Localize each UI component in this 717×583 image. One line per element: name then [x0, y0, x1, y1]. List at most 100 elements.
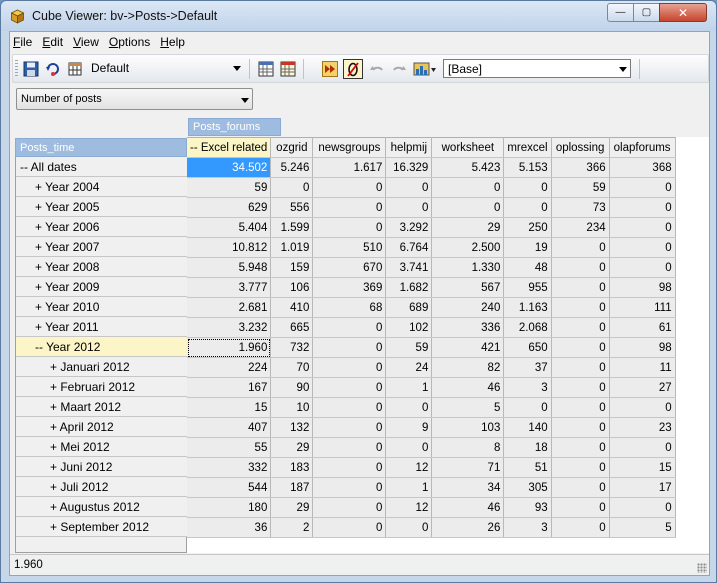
data-cell[interactable]: 0: [609, 197, 676, 218]
data-cell[interactable]: 0: [312, 457, 387, 478]
data-cell[interactable]: 1.617: [312, 157, 387, 178]
row-label[interactable]: + Year 2009: [16, 277, 187, 297]
data-cell[interactable]: 0: [551, 357, 610, 378]
data-cell[interactable]: 34.502: [187, 157, 272, 178]
row-label[interactable]: + Maart 2012: [16, 397, 187, 417]
row-label[interactable]: + Year 2008: [16, 257, 187, 277]
data-cell[interactable]: 336: [431, 317, 505, 338]
column-header[interactable]: oplossing: [551, 137, 610, 158]
data-cell[interactable]: 1.163: [503, 297, 552, 318]
alias-combo[interactable]: [Base]: [443, 59, 631, 78]
data-cell[interactable]: 544: [187, 477, 272, 498]
row-label[interactable]: + Juni 2012: [16, 457, 187, 477]
data-cell[interactable]: 665: [270, 317, 314, 338]
data-cell[interactable]: 51: [503, 457, 552, 478]
data-cell[interactable]: 61: [609, 317, 676, 338]
data-cell[interactable]: 111: [609, 297, 676, 318]
data-cell[interactable]: 567: [431, 277, 505, 298]
data-cell[interactable]: 29: [270, 437, 314, 458]
row-label[interactable]: + Year 2011: [16, 317, 187, 337]
data-cell[interactable]: 5: [609, 517, 676, 538]
data-cell[interactable]: 18: [503, 437, 552, 458]
data-cell[interactable]: 34: [431, 477, 505, 498]
data-cell[interactable]: 59: [551, 177, 610, 198]
data-cell[interactable]: 23: [609, 417, 676, 438]
data-cell[interactable]: 10.812: [187, 237, 272, 258]
data-cell[interactable]: 368: [609, 157, 676, 178]
data-cell[interactable]: 0: [609, 257, 676, 278]
data-cell[interactable]: 0: [312, 477, 387, 498]
data-cell[interactable]: 0: [551, 417, 610, 438]
data-cell[interactable]: 5.246: [270, 157, 314, 178]
data-cell[interactable]: 8: [431, 437, 505, 458]
data-cell[interactable]: 410: [270, 297, 314, 318]
view-combo[interactable]: Default: [87, 59, 244, 78]
data-cell[interactable]: 0: [609, 217, 676, 238]
row-label[interactable]: + Februari 2012: [16, 377, 187, 397]
menu-options[interactable]: Options: [106, 32, 157, 53]
data-cell[interactable]: 2.681: [187, 297, 272, 318]
data-cell[interactable]: 0: [503, 197, 552, 218]
data-cell[interactable]: 234: [551, 217, 610, 238]
data-cell[interactable]: 2.068: [503, 317, 552, 338]
save-button[interactable]: [21, 59, 41, 79]
expand-button[interactable]: [320, 59, 340, 79]
data-cell[interactable]: 93: [503, 497, 552, 518]
column-header[interactable]: olapforums: [609, 137, 676, 158]
data-cell[interactable]: 3: [503, 517, 552, 538]
data-cell[interactable]: 2.500: [431, 237, 505, 258]
row-label[interactable]: + Juli 2012: [16, 477, 187, 497]
data-cell[interactable]: 0: [312, 317, 387, 338]
close-button[interactable]: ✕: [659, 3, 707, 22]
data-cell[interactable]: 689: [385, 297, 433, 318]
data-cell[interactable]: 670: [312, 257, 387, 278]
data-cell[interactable]: 556: [270, 197, 314, 218]
data-cell[interactable]: 0: [312, 217, 387, 238]
data-cell[interactable]: 366: [551, 157, 610, 178]
data-cell[interactable]: 132: [270, 417, 314, 438]
data-cell[interactable]: 0: [551, 257, 610, 278]
row-label[interactable]: + Year 2006: [16, 217, 187, 237]
data-cell[interactable]: 510: [312, 237, 387, 258]
data-cell[interactable]: 0: [551, 497, 610, 518]
data-cell[interactable]: 407: [187, 417, 272, 438]
data-cell[interactable]: 15: [609, 457, 676, 478]
data-cell[interactable]: 3.777: [187, 277, 272, 298]
data-cell[interactable]: 0: [551, 517, 610, 538]
data-cell[interactable]: 24: [385, 357, 433, 378]
row-label[interactable]: -- All dates: [16, 157, 187, 177]
data-cell[interactable]: 0: [551, 457, 610, 478]
data-cell[interactable]: 36: [187, 517, 272, 538]
data-cell[interactable]: 0: [609, 497, 676, 518]
data-cell[interactable]: 3: [503, 377, 552, 398]
data-cell[interactable]: 0: [270, 177, 314, 198]
column-header[interactable]: worksheet: [431, 137, 505, 158]
data-cell[interactable]: 1: [385, 377, 433, 398]
data-cell[interactable]: 0: [385, 397, 433, 418]
column-header[interactable]: newsgroups: [312, 137, 387, 158]
data-cell[interactable]: 102: [385, 317, 433, 338]
column-header[interactable]: mrexcel: [503, 137, 552, 158]
zero-suppression-button[interactable]: [343, 59, 363, 79]
data-cell[interactable]: 1.330: [431, 257, 505, 278]
row-label[interactable]: + Year 2005: [16, 197, 187, 217]
data-cell[interactable]: 0: [551, 337, 610, 358]
data-cell[interactable]: 224: [187, 357, 272, 378]
column-dimension-header[interactable]: Posts_forums: [188, 118, 281, 136]
data-cell[interactable]: 1.682: [385, 277, 433, 298]
title-bar[interactable]: Cube Viewer: bv->Posts->Default — ▢ ✕: [1, 1, 716, 31]
menu-view[interactable]: View: [70, 32, 106, 53]
data-cell[interactable]: 183: [270, 457, 314, 478]
data-cell[interactable]: 332: [187, 457, 272, 478]
data-cell[interactable]: 0: [503, 397, 552, 418]
data-cell[interactable]: 732: [270, 337, 314, 358]
menu-help[interactable]: Help: [157, 32, 192, 53]
data-cell[interactable]: 180: [187, 497, 272, 518]
redo-button[interactable]: [389, 59, 409, 79]
chart-view-button[interactable]: [411, 59, 439, 79]
data-cell[interactable]: 0: [312, 417, 387, 438]
minimize-button[interactable]: —: [607, 3, 634, 22]
data-cell[interactable]: 37: [503, 357, 552, 378]
data-cell[interactable]: 73: [551, 197, 610, 218]
data-cell[interactable]: 29: [270, 497, 314, 518]
